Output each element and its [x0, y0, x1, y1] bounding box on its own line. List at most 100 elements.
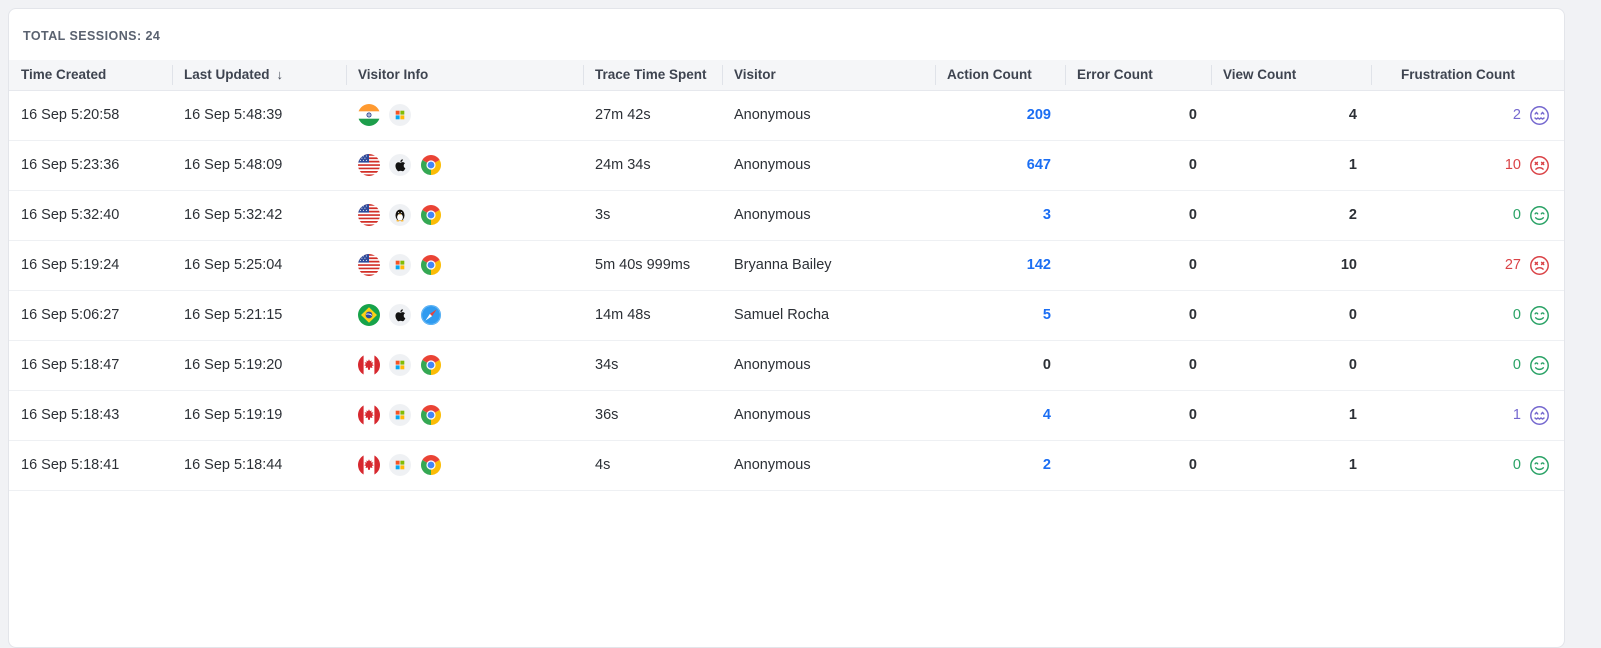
cell-trace-time-spent: 36s [583, 390, 722, 441]
cell-time-created: 16 Sep 5:18:43 [9, 390, 172, 441]
column-header-trace-time-spent[interactable]: Trace Time Spent [583, 60, 722, 91]
visitor-info-icons [358, 404, 571, 426]
frustration-happy-face-icon [1529, 305, 1550, 326]
action-count-value[interactable]: 3 [1043, 207, 1051, 223]
sessions-table: Time Created Last Updated ↓ Visitor Info Tra… [9, 60, 1564, 491]
action-count-value[interactable]: 142 [1027, 257, 1051, 273]
os-windows-icon [389, 354, 411, 376]
cell-last-updated: 16 Sep 5:19:19 [172, 390, 346, 441]
cell-action-count: 5 [935, 290, 1065, 341]
column-label: Time Created [21, 67, 107, 83]
browser-chrome-icon [420, 154, 442, 176]
session-row[interactable]: 16 Sep 5:20:58 16 Sep 5:48:39 27m 42s Anony… [9, 90, 1564, 141]
frustration-sad-face-icon [1529, 155, 1550, 176]
frustration-count-value: 0 [1512, 357, 1521, 373]
frustration-happy-face-icon [1529, 455, 1550, 476]
cell-frustration-count: 0 [1371, 440, 1564, 491]
cell-error-count: 0 [1065, 140, 1211, 191]
column-header-visitor-info[interactable]: Visitor Info [346, 60, 583, 91]
column-label: Error Count [1077, 67, 1153, 83]
column-header-action-count[interactable]: Action Count [935, 60, 1065, 91]
cell-frustration-count: 0 [1371, 340, 1564, 391]
cell-view-count: 0 [1211, 340, 1371, 391]
cell-frustration-count: 0 [1371, 190, 1564, 241]
cell-action-count: 4 [935, 390, 1065, 441]
action-count-value[interactable]: 647 [1027, 157, 1051, 173]
cell-trace-time-spent: 3s [583, 190, 722, 241]
table-header-row: Time Created Last Updated ↓ Visitor Info Tra… [9, 60, 1564, 91]
flag-us-icon [358, 154, 380, 176]
action-count-value[interactable]: 4 [1043, 407, 1051, 423]
session-row[interactable]: 16 Sep 5:18:47 16 Sep 5:19:20 34s Anonymous… [9, 340, 1564, 391]
visitor-name-value: Anonymous [734, 107, 811, 123]
cell-visitor-name: Samuel Rocha [722, 290, 935, 341]
error-count-value: 0 [1188, 407, 1197, 423]
column-header-time-created[interactable]: Time Created [9, 60, 172, 91]
action-count-value[interactable]: 2 [1043, 457, 1051, 473]
session-row[interactable]: 16 Sep 5:18:41 16 Sep 5:18:44 4s Anonymous 2… [9, 440, 1564, 491]
column-header-view-count[interactable]: View Count [1211, 60, 1371, 91]
cell-time-created: 16 Sep 5:20:58 [9, 90, 172, 141]
last-updated-value: 16 Sep 5:18:44 [184, 457, 283, 473]
time-created-value: 16 Sep 5:18:43 [21, 407, 120, 423]
action-count-value[interactable]: 5 [1043, 307, 1051, 323]
cell-error-count: 0 [1065, 440, 1211, 491]
trace-time-spent-value: 3s [595, 207, 611, 223]
cell-visitor-info [346, 340, 583, 391]
cell-last-updated: 16 Sep 5:21:15 [172, 290, 346, 341]
flag-us-icon [358, 204, 380, 226]
error-count-value: 0 [1188, 307, 1197, 323]
time-created-value: 16 Sep 5:18:41 [21, 457, 120, 473]
cell-trace-time-spent: 34s [583, 340, 722, 391]
cell-visitor-info [346, 440, 583, 491]
cell-trace-time-spent: 24m 34s [583, 140, 722, 191]
last-updated-value: 16 Sep 5:19:20 [184, 357, 283, 373]
visitor-name-value: Bryanna Bailey [734, 257, 832, 273]
column-header-last-updated[interactable]: Last Updated ↓ [172, 60, 346, 91]
column-label: Trace Time Spent [595, 67, 707, 83]
frustration: 1 [1383, 405, 1552, 426]
os-windows-icon [389, 404, 411, 426]
cell-last-updated: 16 Sep 5:48:39 [172, 90, 346, 141]
cell-visitor-name: Anonymous [722, 90, 935, 141]
trace-time-spent-value: 24m 34s [595, 157, 651, 173]
view-count-value: 0 [1348, 357, 1357, 373]
frustration: 27 [1383, 255, 1552, 276]
cell-action-count: 2 [935, 440, 1065, 491]
cell-time-created: 16 Sep 5:32:40 [9, 190, 172, 241]
browser-chrome-icon [420, 204, 442, 226]
session-row[interactable]: 16 Sep 5:32:40 16 Sep 5:32:42 3s Anonymous 3… [9, 190, 1564, 241]
os-mac-icon [389, 304, 411, 326]
visitor-info-icons [358, 304, 571, 326]
trace-time-spent-value: 5m 40s 999ms [595, 257, 691, 273]
os-windows-icon [389, 454, 411, 476]
column-label: Frustration Count [1401, 67, 1515, 83]
cell-error-count: 0 [1065, 390, 1211, 441]
session-row[interactable]: 16 Sep 5:19:24 16 Sep 5:25:04 5m 40s 999ms… [9, 240, 1564, 291]
view-count-value: 1 [1348, 457, 1357, 473]
frustration-count-value: 2 [1512, 107, 1521, 123]
flag-us-icon [358, 254, 380, 276]
frustration: 0 [1383, 305, 1552, 326]
cell-visitor-info [346, 140, 583, 191]
cell-time-created: 16 Sep 5:23:36 [9, 140, 172, 191]
cell-view-count: 1 [1211, 390, 1371, 441]
cell-action-count: 0 [935, 340, 1065, 391]
cell-trace-time-spent: 4s [583, 440, 722, 491]
trace-time-spent-value: 14m 48s [595, 307, 651, 323]
session-row[interactable]: 16 Sep 5:23:36 16 Sep 5:48:09 24m 34s Anony… [9, 140, 1564, 191]
session-row[interactable]: 16 Sep 5:06:27 16 Sep 5:21:15 14m 48s Samue… [9, 290, 1564, 341]
cell-frustration-count: 2 [1371, 90, 1564, 141]
flag-canada-icon [358, 404, 380, 426]
visitor-info-icons [358, 454, 571, 476]
cell-error-count: 0 [1065, 90, 1211, 141]
cell-view-count: 1 [1211, 140, 1371, 191]
error-count-value: 0 [1188, 107, 1197, 123]
session-row[interactable]: 16 Sep 5:18:43 16 Sep 5:19:19 36s Anonymous… [9, 390, 1564, 441]
action-count-value[interactable]: 209 [1027, 107, 1051, 123]
column-header-visitor[interactable]: Visitor [722, 60, 935, 91]
column-header-error-count[interactable]: Error Count [1065, 60, 1211, 91]
view-count-value: 1 [1348, 407, 1357, 423]
column-header-frustration-count[interactable]: Frustration Count [1371, 60, 1564, 91]
total-sessions-label: TOTAL SESSIONS: 24 [23, 29, 161, 43]
